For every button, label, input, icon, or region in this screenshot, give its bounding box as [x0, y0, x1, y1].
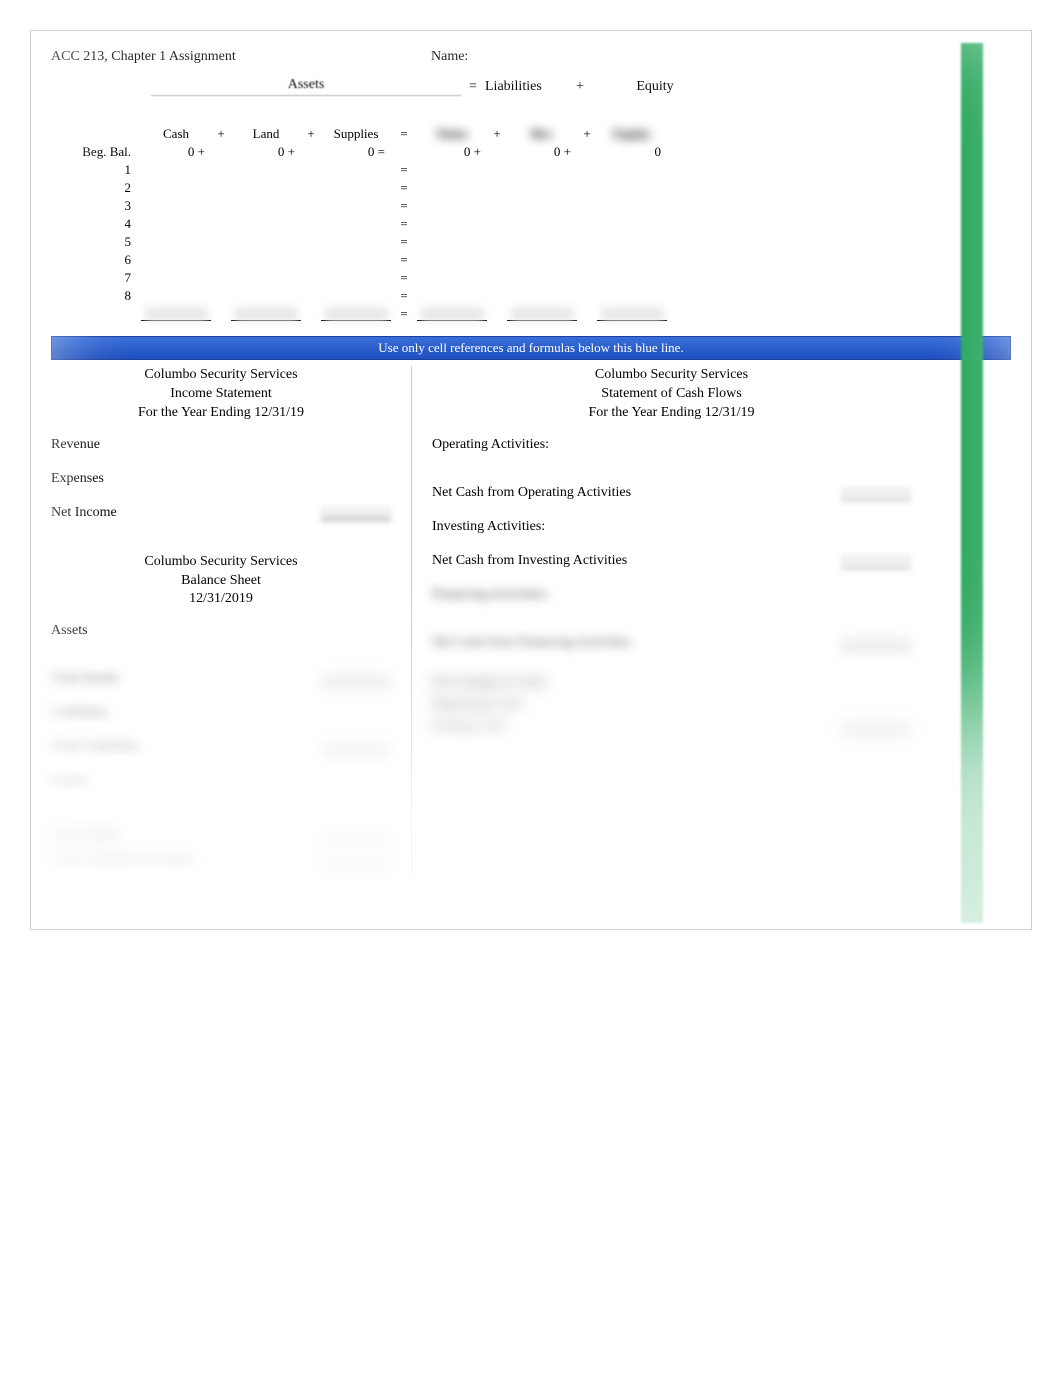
net-financing-value[interactable] [841, 637, 911, 651]
green-highlight-bar [961, 43, 983, 923]
left-column: Columbo Security Services Income Stateme… [51, 366, 411, 875]
net-operating-label: Net Cash from Operating Activities [432, 485, 841, 501]
plus-sign: + [577, 126, 597, 142]
revenue-label: Revenue [51, 437, 391, 453]
assets-heading: Assets [151, 77, 461, 96]
beg-bal-label: Beg. Bal. [51, 144, 141, 160]
income-statement-heading: Columbo Security Services Income Stateme… [51, 366, 391, 423]
total-liab-equity-label: Total Liabilities & Equity [51, 851, 321, 867]
company-name: Columbo Security Services [51, 366, 391, 385]
cash-flow-heading: Columbo Security Services Statement of C… [432, 366, 911, 423]
statement-title: Balance Sheet [51, 572, 391, 591]
equals-sign: = [391, 162, 417, 178]
row-num: 1 [51, 162, 141, 178]
total-assets-value[interactable] [321, 673, 391, 687]
total-eq2-cell[interactable] [597, 307, 667, 321]
instruction-bar: Use only cell references and formulas be… [51, 336, 1011, 360]
statement-period: For the Year Ending 12/31/19 [51, 404, 391, 423]
plus-sign: + [487, 126, 507, 142]
equals-sign: = [391, 126, 417, 142]
row-num: 8 [51, 288, 141, 304]
beg-land[interactable]: 0 + [231, 144, 301, 160]
investing-label: Investing Activities: [432, 519, 911, 535]
net-investing-label: Net Cash from Investing Activities [432, 553, 841, 569]
worksheet: ACC 213, Chapter 1 Assignment Name: Asse… [30, 30, 1032, 930]
col-equity2-blurred: Equity [597, 126, 667, 142]
equals-sign: = [391, 180, 417, 196]
beg-cash[interactable]: 0 + [141, 144, 211, 160]
equals-sign: = [391, 306, 417, 322]
assets-label: Assets [51, 623, 391, 639]
plus-sign: + [211, 126, 231, 142]
beg-eq2[interactable]: 0 [597, 144, 667, 160]
transactions-grid: Cash + Land + Supplies = Notes + Rev + E… [51, 126, 1011, 322]
col-land: Land [231, 126, 301, 142]
statement-title: Statement of Cash Flows [432, 385, 911, 404]
statement-date: 12/31/2019 [51, 590, 391, 609]
header-row: ACC 213, Chapter 1 Assignment Name: [51, 49, 1011, 65]
total-liab-cell[interactable] [417, 307, 487, 321]
total-eq1-cell[interactable] [507, 307, 577, 321]
beg-supplies[interactable]: 0 = [321, 144, 391, 160]
col-liability-blurred: Notes [417, 126, 487, 142]
end-cash-value[interactable] [841, 721, 911, 735]
equity-label: Equity [51, 773, 391, 789]
row-num: 2 [51, 180, 141, 196]
equals-sign: = [391, 198, 417, 214]
beg-liab[interactable]: 0 + [417, 144, 487, 160]
total-supplies-cell[interactable] [321, 307, 391, 321]
net-income-label: Net Income [51, 505, 321, 521]
net-operating-value[interactable] [841, 487, 911, 501]
statement-title: Income Statement [51, 385, 391, 404]
total-land-cell[interactable] [231, 307, 301, 321]
row-num: 7 [51, 270, 141, 286]
total-liabilities-label: Total Liabilities [51, 739, 321, 755]
beg-cash-label: Beginning Cash [432, 697, 911, 713]
total-cash-cell[interactable] [141, 307, 211, 321]
total-liabilities-value[interactable] [321, 741, 391, 755]
row-num: 5 [51, 234, 141, 250]
total-equity-label: Total Equity [51, 827, 321, 843]
net-investing-value[interactable] [841, 555, 911, 569]
total-assets-label: Total Assets [51, 671, 321, 687]
equals-sign: = [391, 288, 417, 304]
assignment-title: ACC 213, Chapter 1 Assignment [51, 49, 431, 65]
equity-heading: Equity [595, 79, 715, 95]
name-label: Name: [431, 49, 1011, 65]
right-column: Columbo Security Services Statement of C… [412, 366, 1011, 875]
equals-sign: = [391, 252, 417, 268]
beg-eq1[interactable]: 0 + [507, 144, 577, 160]
equals-sign: = [391, 270, 417, 286]
net-income-value[interactable] [321, 507, 391, 521]
net-financing-label: Net Cash from Financing Activities [432, 635, 841, 651]
col-supplies: Supplies [321, 126, 391, 142]
balance-sheet-heading: Columbo Security Services Balance Sheet … [51, 553, 391, 610]
plus-sign: + [301, 126, 321, 142]
equals-sign: = [391, 234, 417, 250]
row-num: 3 [51, 198, 141, 214]
equals-sign: = [461, 79, 485, 95]
total-equity-value[interactable] [321, 829, 391, 843]
financial-statements: Columbo Security Services Income Stateme… [51, 366, 1011, 875]
expenses-label: Expenses [51, 471, 391, 487]
operating-label: Operating Activities: [432, 437, 911, 453]
financing-label: Financing Activities: [432, 587, 911, 603]
end-cash-label: Ending Cash [432, 719, 841, 735]
row-num: 6 [51, 252, 141, 268]
col-cash: Cash [141, 126, 211, 142]
company-name: Columbo Security Services [432, 366, 911, 385]
liabilities-heading: Liabilities [485, 79, 565, 95]
plus-sign: + [565, 79, 595, 95]
company-name: Columbo Security Services [51, 553, 391, 572]
statement-period: For the Year Ending 12/31/19 [432, 404, 911, 423]
accounting-equation-header: Assets = Liabilities + Equity [51, 77, 1011, 96]
liabilities-label: Liabilities [51, 705, 391, 721]
col-equity1-blurred: Rev [507, 126, 577, 142]
row-num: 4 [51, 216, 141, 232]
equals-sign: = [391, 216, 417, 232]
total-liab-equity-value[interactable] [321, 853, 391, 867]
net-change-label: Net Change in Cash [432, 675, 911, 691]
